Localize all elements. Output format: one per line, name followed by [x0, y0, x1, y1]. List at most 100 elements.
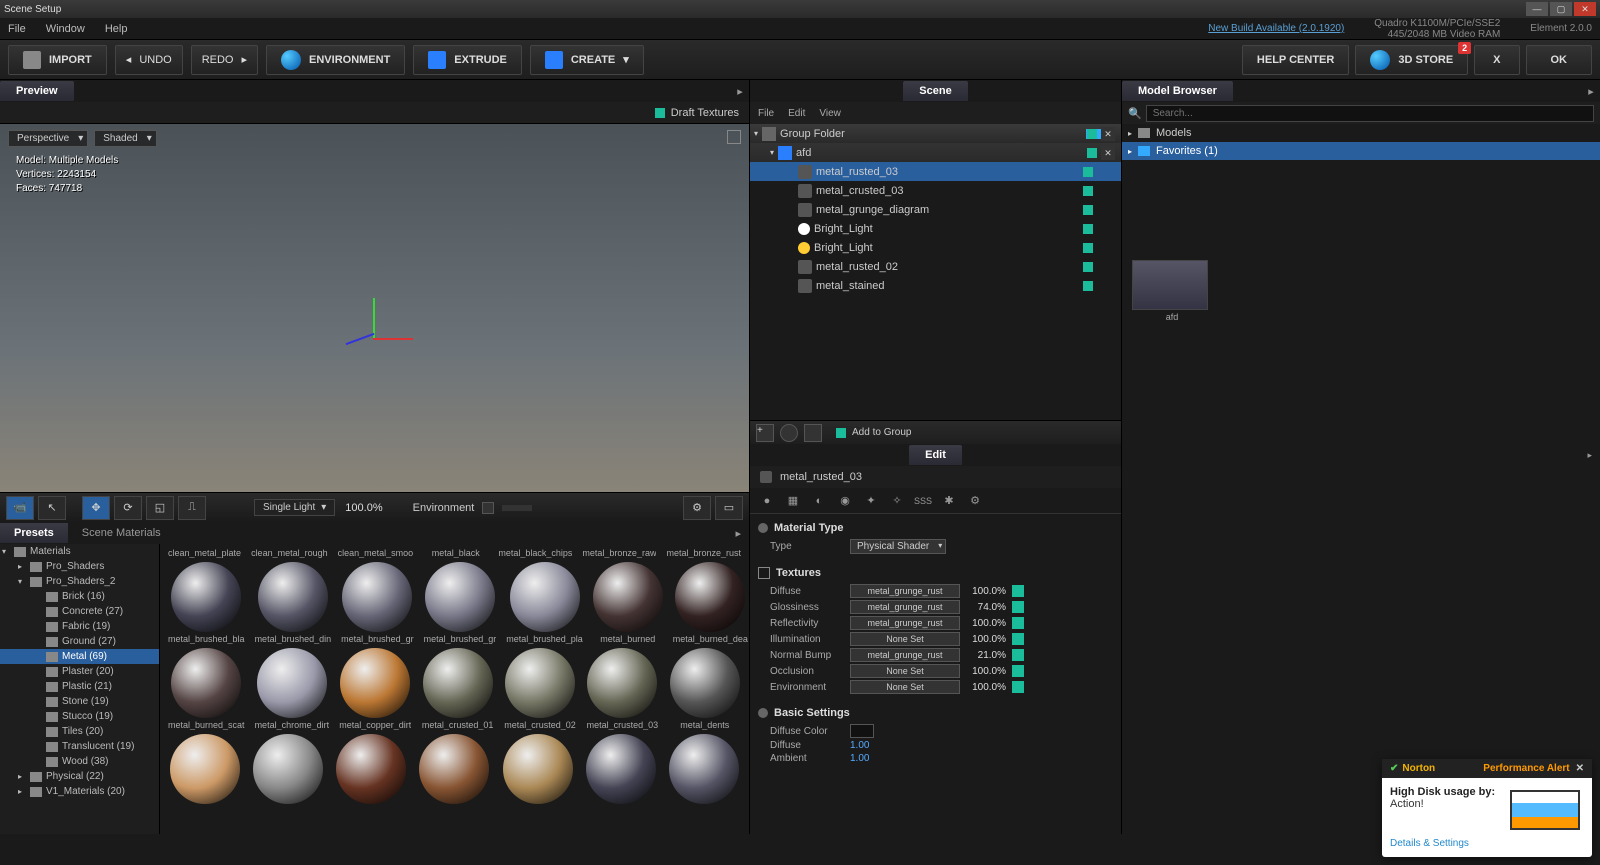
material-preset-thumb[interactable] — [584, 734, 657, 806]
scene-tab[interactable]: Scene — [903, 81, 967, 101]
scale-tool-button[interactable]: ◱ — [146, 496, 174, 520]
add-light-icon[interactable] — [780, 424, 798, 442]
preset-folder-item[interactable]: ▾Materials — [0, 544, 159, 559]
preset-folder-item[interactable]: Plaster (20) — [0, 664, 159, 679]
texture-slot[interactable]: None Set — [850, 680, 960, 694]
material-preset-thumb[interactable]: metal_black — [423, 548, 488, 558]
scene-item-row[interactable]: metal_stained — [750, 276, 1121, 295]
draft-textures-checkbox[interactable] — [655, 108, 665, 118]
material-preset-thumb[interactable] — [168, 734, 241, 806]
window-maximize-button[interactable]: ▢ — [1550, 2, 1572, 16]
material-preset-thumb[interactable]: clean_metal_smoo — [338, 548, 414, 558]
texture-percentage[interactable]: 100.0% — [966, 634, 1006, 645]
texture-slot[interactable]: metal_grunge_rust — [850, 584, 960, 598]
texture-slot[interactable]: metal_grunge_rust — [850, 600, 960, 614]
visibility-toggle[interactable] — [1083, 224, 1093, 234]
delete-object-button[interactable]: ✕ — [1101, 146, 1115, 160]
texture-percentage[interactable]: 100.0% — [966, 666, 1006, 677]
anchor-tool-button[interactable]: ⎍ — [178, 496, 206, 520]
edit-tab[interactable]: Edit — [909, 445, 962, 465]
visibility-toggle[interactable] — [1083, 262, 1093, 272]
preset-folder-item[interactable]: Concrete (27) — [0, 604, 159, 619]
preview-tab[interactable]: Preview — [0, 81, 74, 101]
group-folder-row[interactable]: ▾ Group Folder 1 ▾ ✕ — [750, 124, 1121, 143]
textures-section[interactable]: Textures — [758, 563, 1113, 583]
preset-folder-item[interactable]: ▸V1_Materials (20) — [0, 784, 159, 799]
camera-tool-button[interactable]: 📹 — [6, 496, 34, 520]
texture-slot[interactable]: None Set — [850, 664, 960, 678]
ambient-value[interactable]: 1.00 — [850, 753, 869, 764]
model-search-input[interactable] — [1146, 105, 1594, 122]
scene-item-row[interactable]: metal_grunge_diagram — [750, 200, 1121, 219]
material-preset-thumb[interactable]: metal_burned_scat — [168, 648, 245, 730]
light2-mode-icon[interactable]: ✧ — [888, 492, 906, 510]
texture-toggle[interactable] — [1012, 617, 1024, 629]
material-preset-thumb[interactable]: metal_dents — [669, 648, 741, 730]
scene-menu-file[interactable]: File — [758, 108, 774, 119]
viewport-settings-icon[interactable]: ⚙ — [683, 496, 711, 520]
preset-folder-item[interactable]: Translucent (19) — [0, 739, 159, 754]
material-preset-thumb[interactable]: metal_chrome_dirt — [255, 648, 330, 730]
transform-gizmo[interactable] — [345, 308, 405, 368]
material-preset-thumb[interactable] — [501, 734, 574, 806]
texture-slot[interactable]: None Set — [850, 632, 960, 646]
preset-folder-item[interactable]: ▸Pro_Shaders — [0, 559, 159, 574]
material-preset-thumb[interactable]: metal_burned_dea — [673, 562, 748, 644]
material-preset-thumb[interactable]: metal_brushed_din — [255, 562, 332, 644]
basic-settings-section[interactable]: Basic Settings — [758, 703, 1113, 723]
favorites-folder-row[interactable]: ▸Favorites (1) — [1122, 142, 1600, 160]
help-center-button[interactable]: HELP CENTER — [1242, 45, 1349, 75]
image-mode-icon[interactable]: ▦ — [784, 492, 802, 510]
model-thumbnail[interactable]: afd — [1132, 260, 1212, 322]
material-preset-thumb[interactable] — [251, 734, 324, 806]
rotate-tool-button[interactable]: ⟳ — [114, 496, 142, 520]
preset-folder-item[interactable]: Wood (38) — [0, 754, 159, 769]
special-mode-icon[interactable]: ✱ — [940, 492, 958, 510]
afd-object-row[interactable]: ▾ afd ✕ — [750, 143, 1121, 162]
preset-folder-item[interactable]: Tiles (20) — [0, 724, 159, 739]
texture-toggle[interactable] — [1012, 681, 1024, 693]
visibility-toggle[interactable] — [1083, 281, 1093, 291]
ok-button[interactable]: OK — [1526, 45, 1593, 75]
visibility-toggle[interactable] — [1083, 205, 1093, 215]
visibility-toggle[interactable] — [1087, 148, 1097, 158]
add-camera-icon[interactable] — [804, 424, 822, 442]
scene-item-row[interactable]: metal_rusted_03 — [750, 162, 1121, 181]
visibility-toggle[interactable] — [1083, 186, 1093, 196]
material-preset-thumb[interactable]: metal_crusted_01 — [421, 648, 493, 730]
texture-slot[interactable]: metal_grunge_rust — [850, 648, 960, 662]
delete-group-button[interactable]: ✕ — [1101, 127, 1115, 141]
preset-folder-item[interactable]: ▾Pro_Shaders_2 — [0, 574, 159, 589]
redo-button[interactable]: REDO ▸ — [191, 45, 258, 75]
environment-button[interactable]: ENVIRONMENT — [266, 45, 405, 75]
create-button[interactable]: CREATE ▾ — [530, 45, 644, 75]
reflect-mode-icon[interactable]: ◉ — [836, 492, 854, 510]
scene-item-row[interactable]: metal_crusted_03 — [750, 181, 1121, 200]
norton-details-link[interactable]: Details & Settings — [1382, 834, 1592, 857]
material-preset-thumb[interactable]: metal_brushed_bla — [168, 562, 245, 644]
shading-mode-dropdown[interactable]: Shaded — [94, 130, 156, 147]
scene-menu-edit[interactable]: Edit — [788, 108, 805, 119]
sphere-mode-icon[interactable]: ● — [758, 492, 776, 510]
light-mode-dropdown[interactable]: Single Light ▾ — [254, 499, 335, 516]
visibility-toggle[interactable] — [1087, 129, 1097, 139]
scene-item-row[interactable]: Bright_Light — [750, 238, 1121, 257]
material-preset-thumb[interactable]: metal_brushed_pla — [506, 562, 583, 644]
window-minimize-button[interactable]: — — [1526, 2, 1548, 16]
texture-percentage[interactable]: 74.0% — [966, 602, 1006, 613]
select-tool-button[interactable]: ↖ — [38, 496, 66, 520]
material-preset-thumb[interactable]: metal_brushed_gr — [341, 562, 414, 644]
material-preset-thumb[interactable] — [335, 734, 408, 806]
scene-menu-view[interactable]: View — [819, 108, 841, 119]
menu-help[interactable]: Help — [105, 23, 128, 35]
material-preset-thumb[interactable]: metal_copper_dirt — [339, 648, 411, 730]
light-mode-icon[interactable]: ✦ — [862, 492, 880, 510]
settings-mode-icon[interactable]: ⚙ — [966, 492, 984, 510]
extrude-button[interactable]: EXTRUDE — [413, 45, 522, 75]
3d-store-button[interactable]: 3D STORE — [1355, 45, 1468, 75]
3d-viewport[interactable]: Perspective Shaded Model: Multiple Model… — [0, 124, 749, 492]
window-close-button[interactable]: ✕ — [1574, 2, 1596, 16]
material-type-section[interactable]: Material Type — [758, 518, 1113, 538]
preset-folder-item[interactable]: Ground (27) — [0, 634, 159, 649]
preset-folder-item[interactable]: Stucco (19) — [0, 709, 159, 724]
